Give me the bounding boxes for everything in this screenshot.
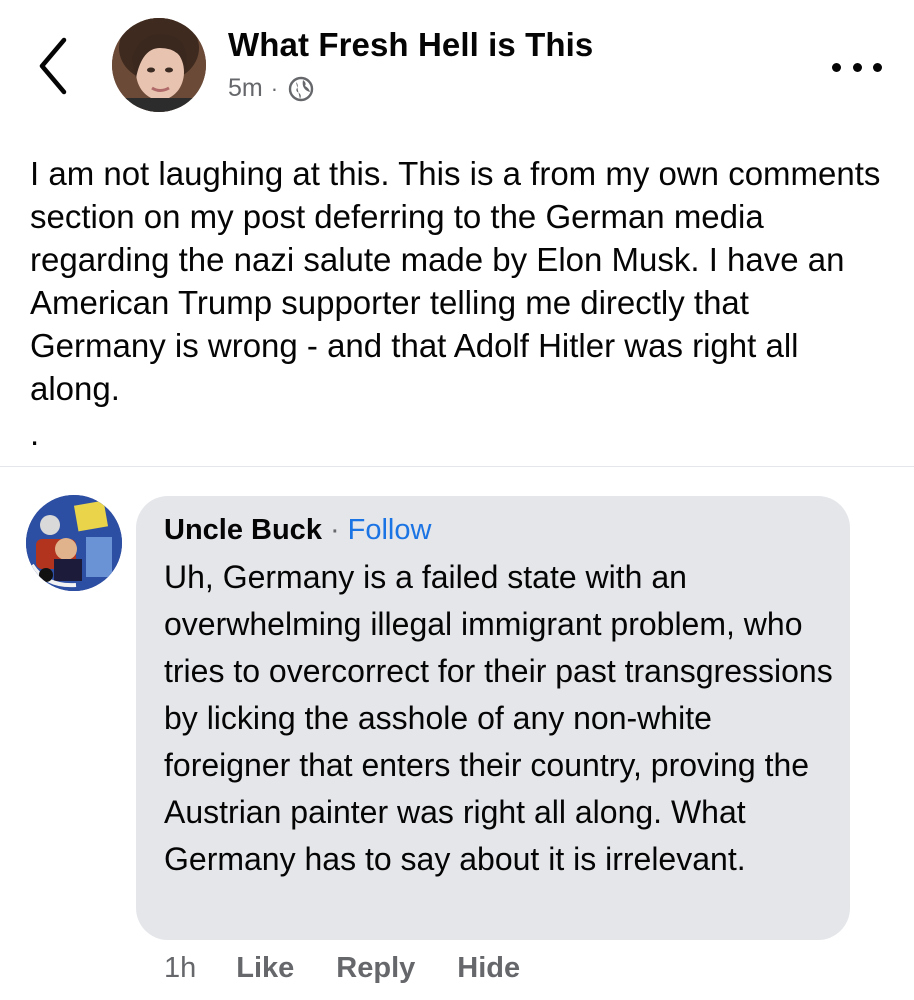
more-horizontal-icon: [873, 62, 882, 72]
more-horizontal-icon: [832, 62, 841, 72]
more-options-button[interactable]: [832, 52, 882, 82]
more-horizontal-icon: [852, 62, 862, 72]
meta-separator: ·: [270, 75, 279, 101]
page-title[interactable]: What Fresh Hell is This: [228, 26, 593, 64]
commenter-avatar[interactable]: [26, 495, 122, 591]
like-button[interactable]: Like: [236, 952, 294, 985]
hide-button[interactable]: Hide: [457, 952, 520, 985]
follow-button[interactable]: Follow: [348, 514, 432, 547]
back-button[interactable]: [28, 34, 78, 98]
avatar-photo: [112, 18, 206, 112]
post-screen: What Fresh Hell is This 5m · I am not la…: [0, 0, 914, 1000]
comment-actions: 1h Like Reply Hide: [164, 952, 562, 985]
post-time[interactable]: 5m: [228, 74, 263, 103]
comment-header: Uncle Buck · Follow: [164, 514, 431, 547]
comment-body-text: Uh, Germany is a failed state with an ov…: [164, 559, 833, 877]
post-meta: 5m ·: [228, 74, 314, 103]
post-body-text: I am not laughing at this. This is a fro…: [30, 155, 881, 407]
divider: [0, 466, 914, 467]
comment-time[interactable]: 1h: [164, 952, 196, 985]
reply-button[interactable]: Reply: [336, 952, 415, 985]
chevron-left-icon: [39, 37, 67, 95]
comment-separator: ·: [329, 514, 340, 546]
commenter-avatar-image: [26, 495, 122, 591]
commenter-name[interactable]: Uncle Buck: [164, 514, 322, 547]
globe-icon: [288, 76, 314, 101]
post-trailing-dot: .: [30, 415, 40, 452]
page-avatar[interactable]: [112, 18, 206, 112]
